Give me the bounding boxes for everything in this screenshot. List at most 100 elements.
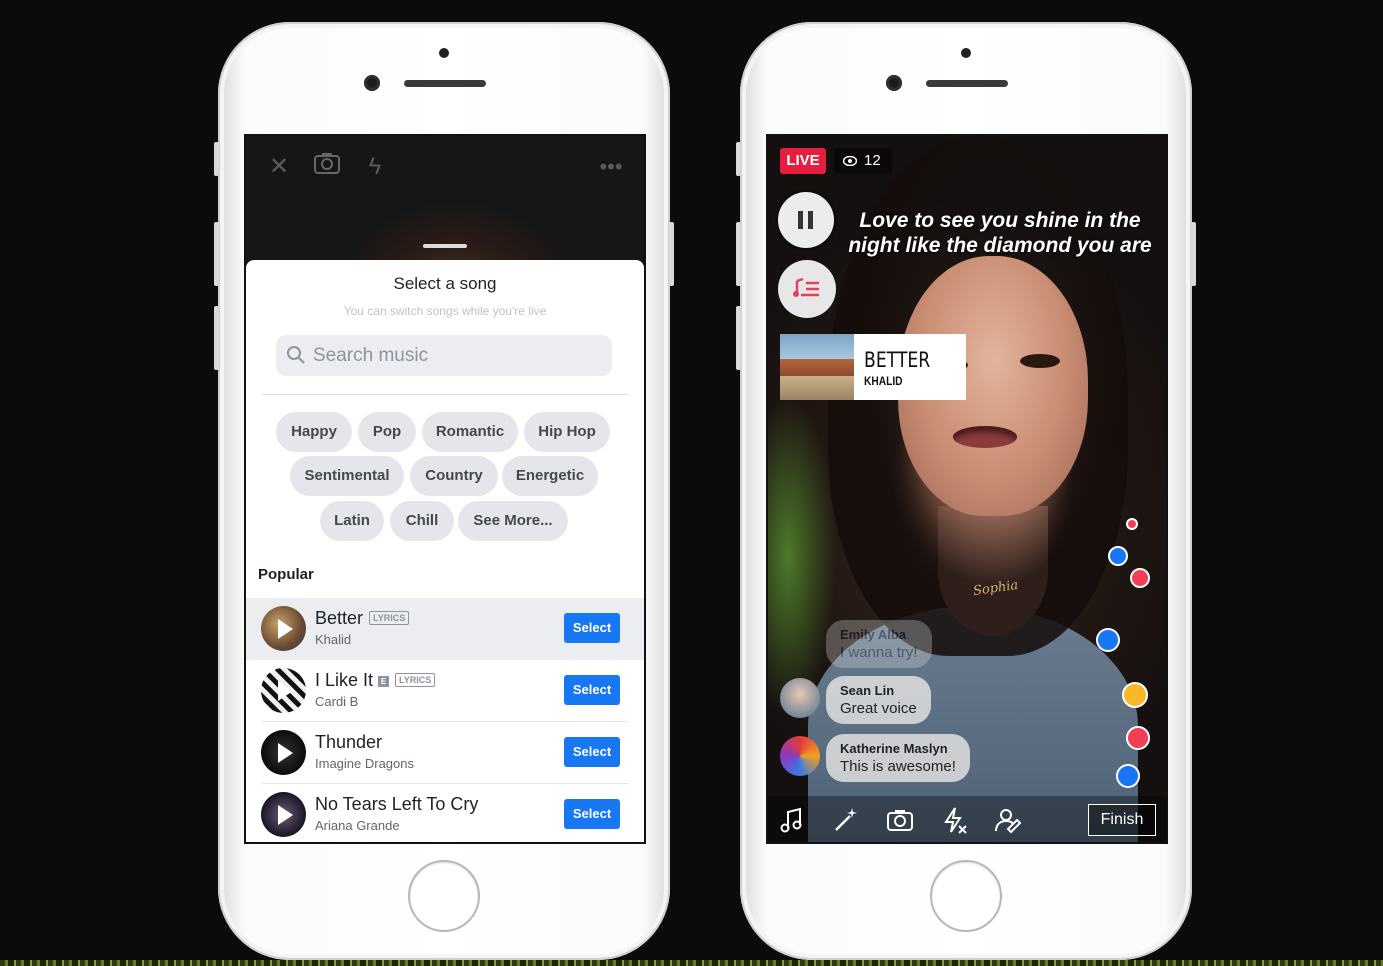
home-button[interactable]	[408, 860, 480, 932]
viewer-count-value: 12	[864, 152, 881, 169]
sensor-dot	[961, 48, 971, 58]
search-icon	[287, 346, 305, 364]
select-button[interactable]: Select	[564, 613, 620, 643]
comment-bubble: Sean Lin Great voice	[826, 676, 931, 724]
wow-reaction-icon	[1122, 682, 1148, 708]
like-reaction-icon	[1096, 628, 1120, 652]
heart-reaction-icon	[1126, 518, 1138, 530]
song-row-better[interactable]: Better LYRICS Khalid Select	[246, 598, 644, 660]
song-artwork	[261, 668, 306, 713]
comment-author: Katherine Maslyn	[840, 741, 948, 756]
lyrics-badge: LYRICS	[395, 673, 436, 687]
phone-right: Sophia LIVE 12 Love to see you shine in …	[736, 22, 1196, 960]
now-playing-title: BETTER	[864, 348, 931, 372]
sheet-subtitle: You can switch songs while you're live	[343, 304, 547, 318]
song-row-i-like-it[interactable]: I Like It E LYRICS Cardi B Select	[246, 660, 644, 722]
genre-chip-happy[interactable]: Happy	[276, 412, 352, 452]
more-icon[interactable]: •••	[596, 152, 626, 182]
lyric-overlay: Love to see you shine in the night like …	[848, 209, 1152, 257]
add-guest-icon[interactable]	[994, 806, 1022, 834]
comment-text: Great voice	[840, 700, 917, 717]
song-artist: Imagine Dragons	[315, 756, 414, 771]
play-icon[interactable]	[278, 681, 293, 701]
avatar[interactable]	[780, 736, 820, 776]
camera-flip-icon[interactable]	[312, 152, 342, 182]
sheet-title: Select a song	[393, 274, 497, 293]
album-art	[780, 334, 854, 400]
see-more-chip[interactable]: See More...	[458, 501, 568, 541]
comment-author: Sean Lin	[840, 683, 895, 698]
genre-chip-romantic[interactable]: Romantic	[422, 412, 518, 452]
live-broadcast-screen: Sophia LIVE 12 Love to see you shine in …	[766, 134, 1168, 844]
front-camera	[886, 75, 902, 91]
song-title: I Like It E LYRICS	[315, 670, 436, 691]
comment-author: Emily Alba	[840, 627, 906, 642]
like-reaction-icon	[1108, 546, 1128, 566]
song-sheet: Select a song You can switch songs while…	[246, 260, 644, 842]
music-list-icon	[793, 277, 819, 297]
song-artist: Khalid	[315, 632, 352, 647]
genre-chip-sentimental[interactable]: Sentimental	[290, 456, 404, 496]
song-artwork	[261, 730, 306, 775]
sensor-dot	[439, 48, 449, 58]
section-label-popular: Popular	[258, 566, 314, 583]
divider	[262, 394, 628, 395]
pause-icon	[798, 211, 803, 229]
finish-button[interactable]: Finish	[1088, 804, 1156, 836]
genre-chip-chill[interactable]: Chill	[390, 501, 454, 541]
select-button[interactable]: Select	[564, 799, 620, 829]
earpiece-speaker	[926, 80, 1008, 87]
ground-strip	[0, 960, 1383, 966]
heart-reaction-icon	[1130, 568, 1150, 588]
search-placeholder: Search music	[313, 345, 429, 366]
pause-music-button[interactable]	[778, 192, 834, 248]
genre-chip-pop[interactable]: Pop	[358, 412, 416, 452]
song-artist: Cardi B	[315, 694, 359, 709]
front-camera	[364, 75, 380, 91]
video-mouth	[953, 426, 1017, 448]
song-picker-screen: ✕ ϟ ••• Select a song You can switch son…	[244, 134, 646, 844]
song-list-button[interactable]	[778, 260, 836, 318]
play-icon[interactable]	[278, 619, 293, 639]
flash-off-icon[interactable]	[940, 806, 968, 834]
home-button[interactable]	[930, 860, 1002, 932]
sheet-handle[interactable]	[423, 244, 467, 248]
song-title: Thunder	[315, 732, 383, 752]
comment-text: This is awesome!	[840, 758, 956, 775]
video-eye	[1020, 354, 1060, 368]
genre-chip-hip-hop[interactable]: Hip Hop	[524, 412, 610, 452]
close-icon[interactable]: ✕	[264, 152, 294, 182]
comment-bubble: Emily Alba I wanna try!	[826, 620, 932, 668]
now-playing-card: BETTER KHALID	[780, 334, 966, 400]
eye-icon	[843, 156, 857, 166]
heart-reaction-icon	[1126, 726, 1150, 750]
song-artwork	[261, 606, 306, 651]
play-icon[interactable]	[278, 743, 293, 763]
lyrics-badge: LYRICS	[369, 611, 410, 625]
genre-chip-country[interactable]: Country	[410, 456, 498, 496]
song-title: Better LYRICS	[315, 608, 410, 629]
avatar[interactable]	[780, 678, 820, 718]
camera-flip-icon[interactable]	[886, 806, 914, 834]
live-badge: LIVE	[780, 148, 826, 174]
song-artist: Ariana Grande	[315, 818, 400, 833]
play-icon[interactable]	[278, 805, 293, 825]
comment-text: I wanna try!	[840, 644, 918, 661]
select-button[interactable]: Select	[564, 737, 620, 767]
song-title: No Tears Left To Cry	[315, 794, 479, 814]
music-note-icon[interactable]	[778, 806, 806, 834]
top-toolbar: ✕ ϟ •••	[264, 152, 626, 182]
viewer-count: 12	[834, 148, 892, 174]
song-row-no-tears[interactable]: No Tears Left To Cry Ariana Grande Selec…	[246, 784, 644, 842]
song-row-thunder[interactable]: Thunder Imagine Dragons Select	[246, 722, 644, 784]
genre-chip-energetic[interactable]: Energetic	[502, 456, 598, 496]
genre-chip-latin[interactable]: Latin	[320, 501, 384, 541]
like-reaction-icon	[1116, 764, 1140, 788]
select-button[interactable]: Select	[564, 675, 620, 705]
flash-off-icon[interactable]: ϟ	[360, 152, 390, 182]
earpiece-speaker	[404, 80, 486, 87]
live-toolbar: Finish	[768, 796, 1166, 842]
search-input[interactable]: Search music	[276, 335, 612, 376]
phone-left: ✕ ϟ ••• Select a song You can switch son…	[214, 22, 674, 960]
magic-wand-icon[interactable]	[832, 806, 860, 834]
